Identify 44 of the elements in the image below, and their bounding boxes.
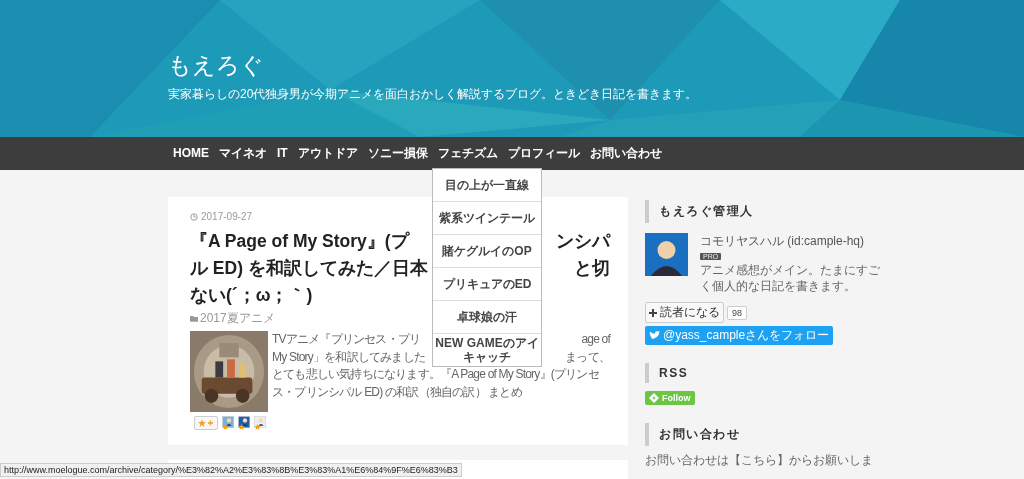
nav-item[interactable]: IT <box>272 137 293 170</box>
excerpt-text: とても悲しい気持ちになります。『A Page of My Story』(プリンセ <box>272 366 599 383</box>
clock-icon <box>190 212 198 221</box>
dropdown-item[interactable]: 卓球娘の汗 <box>433 301 541 334</box>
dropdown-item[interactable]: 賭ケグルイのOP <box>433 235 541 268</box>
plus-icon <box>649 308 657 317</box>
subscribe-button[interactable]: 読者になる <box>645 302 724 323</box>
dropdown-item[interactable]: プリキュアのED <box>433 268 541 301</box>
post-title[interactable]: 『A Page of My Story』(プ <box>190 228 409 255</box>
bird-icon <box>649 331 660 340</box>
excerpt-text: My Story」を和訳してみました <box>272 348 425 366</box>
excerpt-text: TVアニメ『プリンセス・プリ <box>272 331 421 348</box>
star-plus-icon <box>198 419 214 427</box>
dropdown-item[interactable]: NEW GAMEのアイキャッチ <box>433 334 541 366</box>
post-title[interactable]: と切 <box>574 255 610 282</box>
excerpt-text: まって、 <box>565 348 610 366</box>
nav-item[interactable]: プロフィール <box>502 137 585 170</box>
nav-item[interactable]: ソニー損保 <box>362 137 433 170</box>
dropdown-item[interactable]: 目の上が一直線 <box>433 169 541 202</box>
diamond-icon <box>649 393 659 403</box>
status-bar-url: http://www.moelogue.com/archive/category/%E3%82%A2%E3%83%8B%E3%83%A1%E6%84%9F%E6%83%B3 <box>0 463 462 477</box>
nav-item[interactable]: HOME <box>168 137 214 170</box>
subscriber-count: 98 <box>727 305 747 320</box>
add-star-button[interactable] <box>194 416 218 430</box>
excerpt-text: ス・プリンシパル ED) の和訳（独自の訳） まとめ <box>272 383 522 401</box>
post-title[interactable]: ル ED) を和訳してみた／日本 <box>190 255 428 282</box>
profile-name[interactable]: コモリヤスハル (id:cample-hq) <box>700 233 865 250</box>
excerpt-text: age of <box>581 331 610 348</box>
contact-text: お問い合わせは【こちら】からお願いしま <box>645 452 874 469</box>
section-heading: RSS <box>645 363 880 383</box>
section-heading: お問い合わせ <box>645 423 880 446</box>
nav-item[interactable]: マイネオ <box>214 137 272 170</box>
post-title[interactable]: ンシパ <box>556 228 610 255</box>
section-heading: もえろぐ管理人 <box>645 200 880 223</box>
dropdown-item[interactable]: 紫系ツインテール <box>433 202 541 235</box>
site-tagline: 実家暮らしの20代独身男が今期アニメを面白おかしく解説するブログ。ときどき日記を書きます。 <box>168 85 699 103</box>
post-date: 2017-09-27 <box>201 211 253 222</box>
post-title[interactable]: ない(´；ω；｀) <box>190 282 313 309</box>
avatar-icon <box>645 233 688 276</box>
nav-item[interactable]: フェチズム <box>432 137 503 170</box>
profile-description: アニメ感想がメイン。たまにすごく個人的な日記を書きます。 <box>700 262 880 294</box>
nav-item[interactable]: アウトドア <box>292 137 363 170</box>
folder-icon <box>190 315 198 322</box>
nav-item[interactable]: お問い合わせ <box>584 137 667 170</box>
